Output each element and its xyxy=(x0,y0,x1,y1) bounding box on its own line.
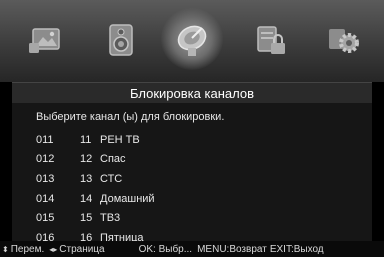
channel-row[interactable]: 015 15 ТВ3 xyxy=(36,208,155,228)
channel-row[interactable]: 011 11 РЕН ТВ xyxy=(36,130,155,150)
channel-row[interactable]: 014 14 Домашний xyxy=(36,189,155,209)
channel-number: 11 xyxy=(80,133,92,146)
channel-settings-icon[interactable] xyxy=(161,8,223,70)
exit-hint: EXIT:Выход xyxy=(270,244,324,255)
menu-hint-label: MENU:Возврат xyxy=(197,243,267,255)
channel-list: 011 11 РЕН ТВ 012 12 Спас 013 13 СТС 014… xyxy=(36,130,155,248)
channel-lock-panel: Выберите канал (ы) для блокировки. 011 1… xyxy=(12,103,372,244)
channel-name: РЕН ТВ xyxy=(100,133,140,146)
up-down-arrows-icon: ⬍ xyxy=(2,244,9,254)
menu-hint: MENU:Возврат xyxy=(197,244,267,255)
move-hint-label: Перем. xyxy=(10,243,45,255)
channel-name: Спас xyxy=(100,153,126,166)
channel-code: 012 xyxy=(36,153,55,166)
sound-settings-icon[interactable] xyxy=(97,16,145,64)
tv-osd-screen: Блокировка каналов Выберите канал (ы) дл… xyxy=(0,0,384,257)
channel-number: 13 xyxy=(80,172,93,185)
setup-gear-icon[interactable] xyxy=(320,16,368,64)
page-hint-label: Страница xyxy=(59,243,105,255)
key-hint-bar: ⬍ Перем. ◂▸ Страница OK: Выбр... MENU:Во… xyxy=(0,241,384,257)
channel-number: 15 xyxy=(80,212,93,225)
channel-name: СТС xyxy=(100,172,123,185)
move-hint: ⬍ Перем. xyxy=(2,244,44,255)
left-right-arrows-icon: ◂▸ xyxy=(49,244,58,254)
channel-name: Домашний xyxy=(100,192,155,205)
instruction-text: Выберите канал (ы) для блокировки. xyxy=(36,111,225,123)
exit-hint-label: EXIT:Выход xyxy=(269,243,324,255)
page-title: Блокировка каналов xyxy=(130,85,254,101)
ok-hint: OK: Выбр... xyxy=(139,244,193,255)
channel-code: 014 xyxy=(36,192,55,205)
picture-settings-icon[interactable] xyxy=(22,16,70,64)
lock-settings-icon[interactable] xyxy=(246,16,294,64)
ok-hint-label: OK: Выбр... xyxy=(138,243,193,255)
menu-icon-bar xyxy=(0,0,384,82)
channel-number: 14 xyxy=(80,192,93,205)
page-hint: ◂▸ Страница xyxy=(49,244,104,255)
channel-code: 013 xyxy=(36,172,55,185)
channel-code: 015 xyxy=(36,212,55,225)
channel-row[interactable]: 012 12 Спас xyxy=(36,150,155,170)
channel-number: 12 xyxy=(80,153,93,166)
channel-name: ТВ3 xyxy=(100,212,121,225)
channel-row[interactable]: 013 13 СТС xyxy=(36,169,155,189)
channel-code: 011 xyxy=(36,133,54,146)
menu-title-bar: Блокировка каналов xyxy=(12,82,372,103)
